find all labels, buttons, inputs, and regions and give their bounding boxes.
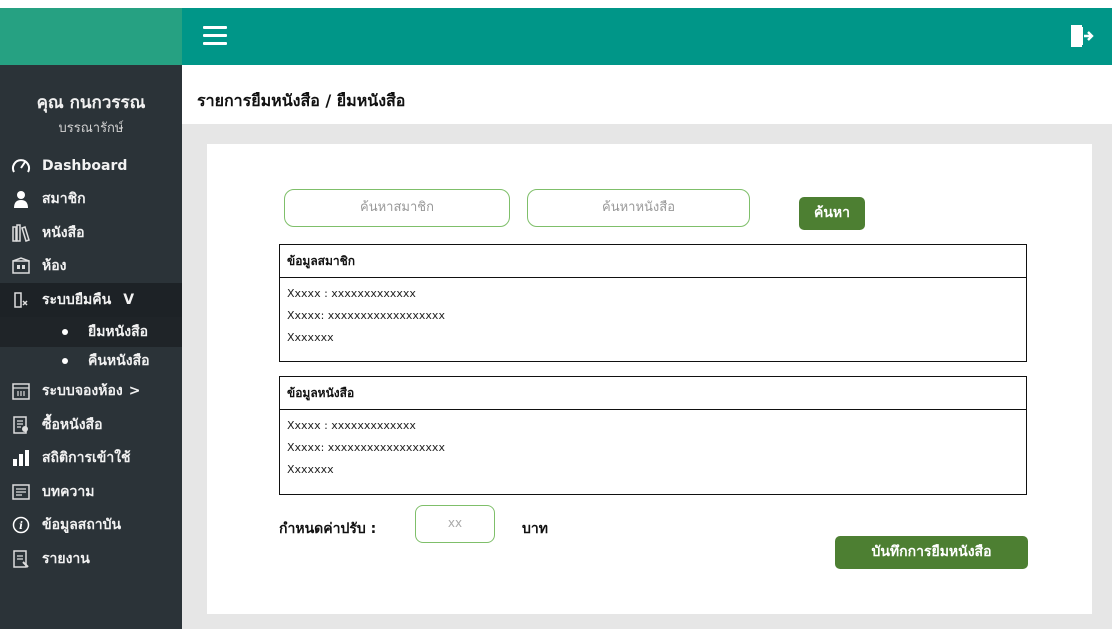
bullet-icon bbox=[62, 328, 68, 335]
svg-text:i: i bbox=[19, 521, 23, 532]
hamburger-icon[interactable] bbox=[203, 26, 227, 46]
bullet-icon bbox=[62, 357, 68, 364]
fine-label: กำหนดค่าปรับ : bbox=[279, 521, 377, 537]
sidebar-subitem-label: ยืมหนังสือ bbox=[88, 323, 149, 340]
page-title: รายการยืมหนังสือ / ยืมหนังสือ bbox=[197, 91, 406, 110]
sidebar-item-label: ซื้อหนังสือ bbox=[42, 416, 103, 433]
sidebar-item-label: สมาชิก bbox=[42, 191, 86, 208]
member-info-row: Xxxxx: xxxxxxxxxxxxxxxxxx bbox=[287, 309, 445, 322]
member-search-input[interactable]: ค้นหาสมาชิก bbox=[284, 189, 510, 227]
top-bar bbox=[0, 8, 1112, 65]
member-info-title: ข้อมูลสมาชิก bbox=[280, 245, 1026, 278]
sidebar-item-usage-stats[interactable]: สถิติการเข้าใช้ bbox=[0, 442, 182, 476]
book-info-row: Xxxxx: xxxxxxxxxxxxxxxxxx bbox=[287, 441, 445, 454]
sidebar-item-members[interactable]: สมาชิก bbox=[0, 183, 182, 217]
sidebar-item-books[interactable]: หนังสือ bbox=[0, 216, 182, 250]
member-info-panel: ข้อมูลสมาชิก Xxxxx : xxxxxxxxxxxxx Xxxxx… bbox=[279, 244, 1027, 362]
user-icon bbox=[10, 189, 32, 209]
sidebar-item-borrow-system[interactable]: ระบบยืมคืน V bbox=[0, 283, 182, 317]
borrow-icon bbox=[10, 290, 32, 310]
sidebar-item-label: สถิติการเข้าใช้ bbox=[42, 450, 131, 467]
sidebar-item-room-booking[interactable]: ระบบจองห้อง > bbox=[0, 375, 182, 409]
user-profile: คุณ กนกวรรณ บรรณารักษ์ bbox=[0, 65, 182, 138]
search-button[interactable]: ค้นหา bbox=[799, 197, 865, 230]
fine-unit-label: บาท bbox=[522, 521, 548, 537]
book-info-title: ข้อมูลหนังสือ bbox=[280, 377, 1026, 410]
save-borrow-button[interactable]: บันทึกการยืมหนังสือ bbox=[835, 536, 1028, 569]
purchase-icon bbox=[10, 415, 32, 435]
sidebar-item-label: ข้อมูลสถาบัน bbox=[42, 517, 122, 534]
sidebar-subitem-return-book[interactable]: คืนหนังสือ bbox=[0, 347, 182, 375]
sidebar-item-label: บทความ bbox=[42, 483, 95, 500]
sidebar-item-label: หนังสือ bbox=[42, 224, 85, 241]
book-info-panel: ข้อมูลหนังสือ Xxxxx : xxxxxxxxxxxxx Xxxx… bbox=[279, 376, 1027, 495]
calendar-icon bbox=[10, 381, 32, 401]
report-icon bbox=[10, 549, 32, 569]
sidebar-item-label: ระบบยืมคืน bbox=[42, 291, 112, 308]
sidebar: คุณ กนกวรรณ บรรณารักษ์ Dashboard สมาชิก … bbox=[0, 65, 182, 629]
logout-icon[interactable] bbox=[1068, 23, 1094, 49]
info-icon: i bbox=[10, 515, 32, 535]
brand-area bbox=[0, 8, 182, 65]
main-content: รายการยืมหนังสือ / ยืมหนังสือ ค้นหาสมาชิ… bbox=[182, 65, 1112, 629]
fine-amount-input[interactable]: xx bbox=[415, 505, 495, 543]
member-info-row: Xxxxxxx bbox=[287, 331, 334, 344]
sidebar-item-label: ระบบจองห้อง bbox=[42, 383, 123, 400]
bar-chart-icon bbox=[10, 448, 32, 468]
sidebar-item-label: รายงาน bbox=[42, 550, 90, 567]
sidebar-item-institution-info[interactable]: i ข้อมูลสถาบัน bbox=[0, 509, 182, 543]
borrow-form-card: ค้นหาสมาชิก ค้นหาหนังสือ ค้นหา ข้อมูลสมา… bbox=[207, 144, 1092, 614]
sidebar-subitem-label: คืนหนังสือ bbox=[88, 352, 150, 369]
expand-indicator: V bbox=[123, 291, 135, 308]
member-info-row: Xxxxx : xxxxxxxxxxxxx bbox=[287, 287, 416, 300]
room-icon bbox=[10, 256, 32, 276]
book-info-row: Xxxxxxx bbox=[287, 463, 334, 476]
article-icon bbox=[10, 482, 32, 502]
sidebar-item-purchase-books[interactable]: ซื้อหนังสือ bbox=[0, 408, 182, 442]
book-info-row: Xxxxx : xxxxxxxxxxxxx bbox=[287, 419, 416, 432]
sidebar-item-rooms[interactable]: ห้อง bbox=[0, 250, 182, 284]
book-search-input[interactable]: ค้นหาหนังสือ bbox=[527, 189, 750, 227]
user-name: คุณ กนกวรรณ bbox=[36, 93, 146, 113]
sidebar-item-reports[interactable]: รายงาน bbox=[0, 542, 182, 576]
sidebar-item-label: ห้อง bbox=[42, 258, 67, 275]
sidebar-item-label: Dashboard bbox=[42, 157, 128, 174]
speedometer-icon bbox=[10, 156, 32, 176]
sidebar-nav: Dashboard สมาชิก หนังสือ ห้อง ระบบยืมคืน bbox=[0, 149, 182, 576]
books-icon bbox=[10, 223, 32, 243]
sidebar-subitem-borrow-book[interactable]: ยืมหนังสือ bbox=[0, 316, 182, 347]
sidebar-item-articles[interactable]: บทความ bbox=[0, 475, 182, 509]
page-header: รายการยืมหนังสือ / ยืมหนังสือ bbox=[182, 65, 1112, 124]
user-role: บรรณารักษ์ bbox=[58, 121, 124, 136]
expand-indicator: > bbox=[128, 383, 141, 400]
sidebar-item-dashboard[interactable]: Dashboard bbox=[0, 149, 182, 183]
